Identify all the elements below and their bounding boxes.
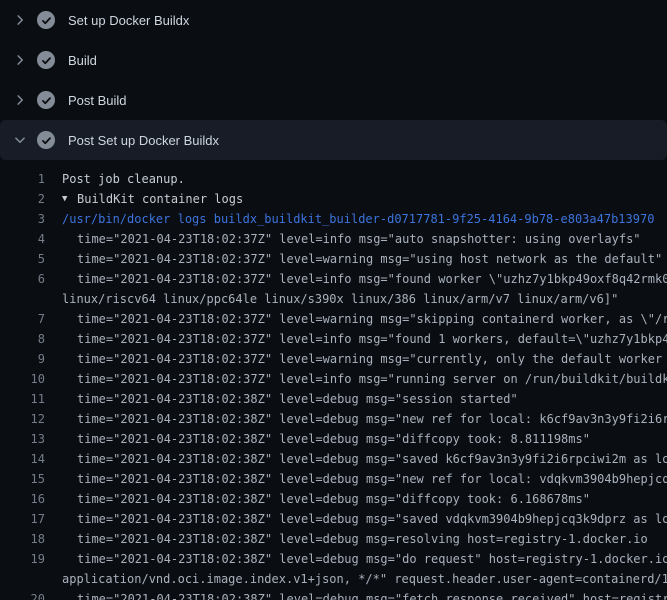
check-circle-icon bbox=[37, 11, 55, 29]
log-line-number[interactable]: 4 bbox=[0, 229, 45, 249]
step-header-post-set-up-docker-buildx[interactable]: Post Set up Docker Buildx bbox=[0, 120, 667, 160]
chevron-right-icon bbox=[13, 93, 27, 107]
log-line: 14 time="2021-04-23T18:02:38Z" level=debu… bbox=[0, 449, 667, 469]
log-line-text: time="2021-04-23T18:02:38Z" level=debug … bbox=[77, 509, 667, 529]
log-line-text: time="2021-04-23T18:02:38Z" level=debug … bbox=[77, 549, 667, 569]
step-label: Post Set up Docker Buildx bbox=[68, 133, 219, 148]
chevron-right-icon bbox=[13, 53, 27, 67]
log-line-number[interactable]: 6 bbox=[0, 269, 45, 289]
log-line-number bbox=[0, 569, 45, 589]
log-line: 17 time="2021-04-23T18:02:38Z" level=debu… bbox=[0, 509, 667, 529]
chevron-down-icon bbox=[13, 133, 27, 147]
log-line-text: time="2021-04-23T18:02:38Z" level=debug … bbox=[77, 409, 667, 429]
log-line-number[interactable]: 20 bbox=[0, 589, 45, 600]
log-line-number bbox=[0, 289, 45, 309]
log-line-number[interactable]: 8 bbox=[0, 329, 45, 349]
log-line-text: time="2021-04-23T18:02:37Z" level=info m… bbox=[77, 269, 667, 289]
log-line: 16 time="2021-04-23T18:02:38Z" level=debu… bbox=[0, 489, 667, 509]
log-line: 6 time="2021-04-23T18:02:37Z" level=info … bbox=[0, 269, 667, 289]
log-line-text: time="2021-04-23T18:02:38Z" level=debug … bbox=[77, 589, 667, 600]
step-label: Build bbox=[68, 53, 97, 68]
log-line-number[interactable]: 17 bbox=[0, 509, 45, 529]
check-circle-icon bbox=[37, 51, 55, 69]
log-line: 7 time="2021-04-23T18:02:37Z" level=warni… bbox=[0, 309, 667, 329]
log-line-number[interactable]: 18 bbox=[0, 529, 45, 549]
log-command-text: /usr/bin/docker logs buildx_buildkit_bui… bbox=[62, 209, 654, 229]
log-line-number[interactable]: 2 bbox=[0, 189, 45, 209]
chevron-right-icon bbox=[13, 13, 27, 27]
log-line: 19 time="2021-04-23T18:02:38Z" level=debu… bbox=[0, 549, 667, 569]
log-line-text: time="2021-04-23T18:02:38Z" level=debug … bbox=[77, 489, 590, 509]
log-line: 12 time="2021-04-23T18:02:38Z" level=debu… bbox=[0, 409, 667, 429]
log-line: 8 time="2021-04-23T18:02:37Z" level=info … bbox=[0, 329, 667, 349]
log-line-number[interactable]: 7 bbox=[0, 309, 45, 329]
log-line-text: time="2021-04-23T18:02:38Z" level=debug … bbox=[77, 529, 648, 549]
log-line-text: linux/riscv64 linux/ppc64le linux/s390x … bbox=[62, 289, 618, 309]
log-line-number[interactable]: 12 bbox=[0, 409, 45, 429]
log-viewer: 1 Post job cleanup. 2 ▼BuildKit container l… bbox=[0, 160, 667, 600]
log-line: 9 time="2021-04-23T18:02:37Z" level=warni… bbox=[0, 349, 667, 369]
log-line: 18 time="2021-04-23T18:02:38Z" level=debu… bbox=[0, 529, 667, 549]
log-line-text: time="2021-04-23T18:02:37Z" level=info m… bbox=[77, 229, 641, 249]
log-group-title: BuildKit container logs bbox=[77, 189, 243, 209]
log-line-text: time="2021-04-23T18:02:38Z" level=debug … bbox=[77, 429, 590, 449]
log-line-text: time="2021-04-23T18:02:38Z" level=debug … bbox=[77, 449, 667, 469]
log-line-number[interactable]: 5 bbox=[0, 249, 45, 269]
log-line: 3/usr/bin/docker logs buildx_buildkit_bu… bbox=[0, 209, 667, 229]
log-line: application/vnd.oci.image.index.v1+json,… bbox=[0, 569, 667, 589]
log-line-text: time="2021-04-23T18:02:37Z" level=warnin… bbox=[77, 349, 667, 369]
log-line-number[interactable]: 15 bbox=[0, 469, 45, 489]
steps-list: Set up Docker Buildx Build Post Build Post … bbox=[0, 0, 667, 160]
log-line-number[interactable]: 16 bbox=[0, 489, 45, 509]
log-line-number[interactable]: 14 bbox=[0, 449, 45, 469]
log-line-text: time="2021-04-23T18:02:37Z" level=warnin… bbox=[77, 249, 662, 269]
log-line-text: time="2021-04-23T18:02:37Z" level=warnin… bbox=[77, 309, 667, 329]
step-label: Post Build bbox=[68, 93, 127, 108]
log-line-number[interactable]: 9 bbox=[0, 349, 45, 369]
check-circle-icon bbox=[37, 131, 55, 149]
log-line-number[interactable]: 13 bbox=[0, 429, 45, 449]
log-line-text: time="2021-04-23T18:02:37Z" level=info m… bbox=[77, 329, 667, 349]
step-header-set-up-docker-buildx[interactable]: Set up Docker Buildx bbox=[0, 0, 667, 40]
log-line-number[interactable]: 1 bbox=[0, 169, 45, 189]
log-line: 10 time="2021-04-23T18:02:37Z" level=info… bbox=[0, 369, 667, 389]
log-line: 4 time="2021-04-23T18:02:37Z" level=info … bbox=[0, 229, 667, 249]
log-line: 1 Post job cleanup. bbox=[0, 169, 667, 189]
log-line: 13 time="2021-04-23T18:02:38Z" level=debu… bbox=[0, 429, 667, 449]
check-circle-icon bbox=[37, 91, 55, 109]
actions-log-panel: Set up Docker Buildx Build Post Build Post … bbox=[0, 0, 667, 600]
log-line-number[interactable]: 11 bbox=[0, 389, 45, 409]
step-header-post-build[interactable]: Post Build bbox=[0, 80, 667, 120]
log-line: 11 time="2021-04-23T18:02:38Z" level=debu… bbox=[0, 389, 667, 409]
log-group-toggle-icon[interactable]: ▼ bbox=[62, 189, 77, 209]
log-line-number[interactable]: 19 bbox=[0, 549, 45, 569]
log-line-text: Post job cleanup. bbox=[62, 169, 185, 189]
log-line-text: time="2021-04-23T18:02:38Z" level=debug … bbox=[77, 469, 667, 489]
log-line: 2 ▼BuildKit container logs bbox=[0, 189, 667, 209]
log-line-text: time="2021-04-23T18:02:37Z" level=info m… bbox=[77, 369, 667, 389]
log-line: 15 time="2021-04-23T18:02:38Z" level=debu… bbox=[0, 469, 667, 489]
log-line: linux/riscv64 linux/ppc64le linux/s390x … bbox=[0, 289, 667, 309]
log-line-number[interactable]: 3 bbox=[0, 209, 45, 229]
step-header-build[interactable]: Build bbox=[0, 40, 667, 80]
log-line: 5 time="2021-04-23T18:02:37Z" level=warni… bbox=[0, 249, 667, 269]
log-line: 20 time="2021-04-23T18:02:38Z" level=debu… bbox=[0, 589, 667, 600]
step-label: Set up Docker Buildx bbox=[68, 13, 189, 28]
log-line-number[interactable]: 10 bbox=[0, 369, 45, 389]
log-line-text: time="2021-04-23T18:02:38Z" level=debug … bbox=[77, 389, 518, 409]
log-line-text: application/vnd.oci.image.index.v1+json,… bbox=[62, 569, 667, 589]
